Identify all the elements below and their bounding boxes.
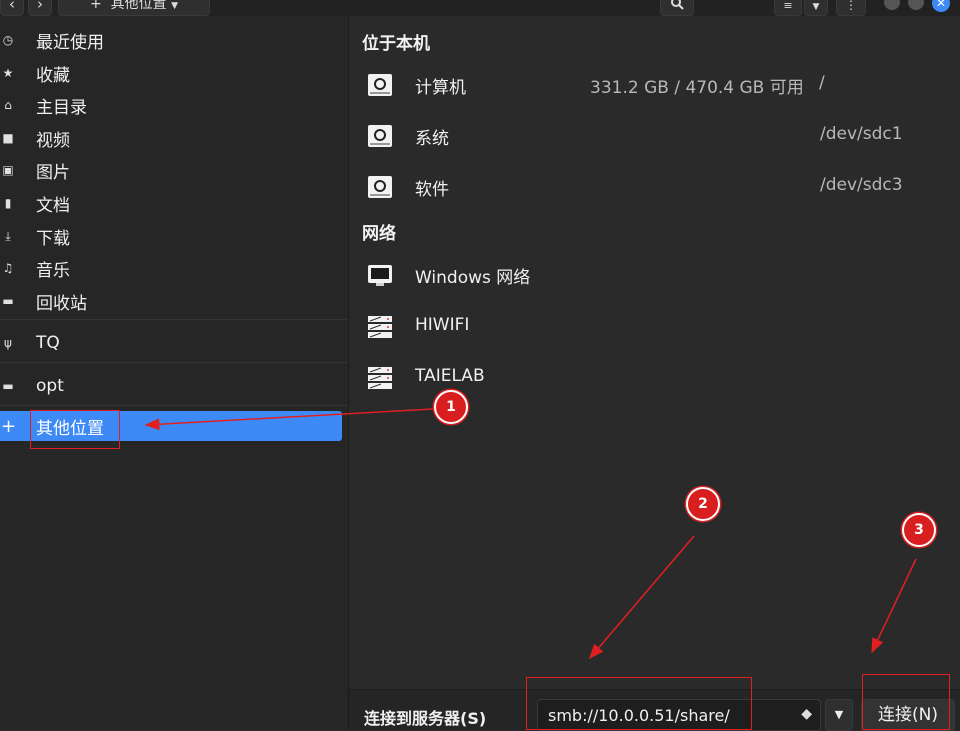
annotation-arrow-3 [871,558,917,654]
annotation-arrow-1 [144,408,434,431]
annotation-badge-3: 3 [902,513,936,547]
annotation-badge-1: 1 [434,390,468,424]
annotation-arrows [144,408,917,660]
annotation-badge-2: 2 [686,487,720,521]
annotation-arrow-2 [589,535,695,660]
